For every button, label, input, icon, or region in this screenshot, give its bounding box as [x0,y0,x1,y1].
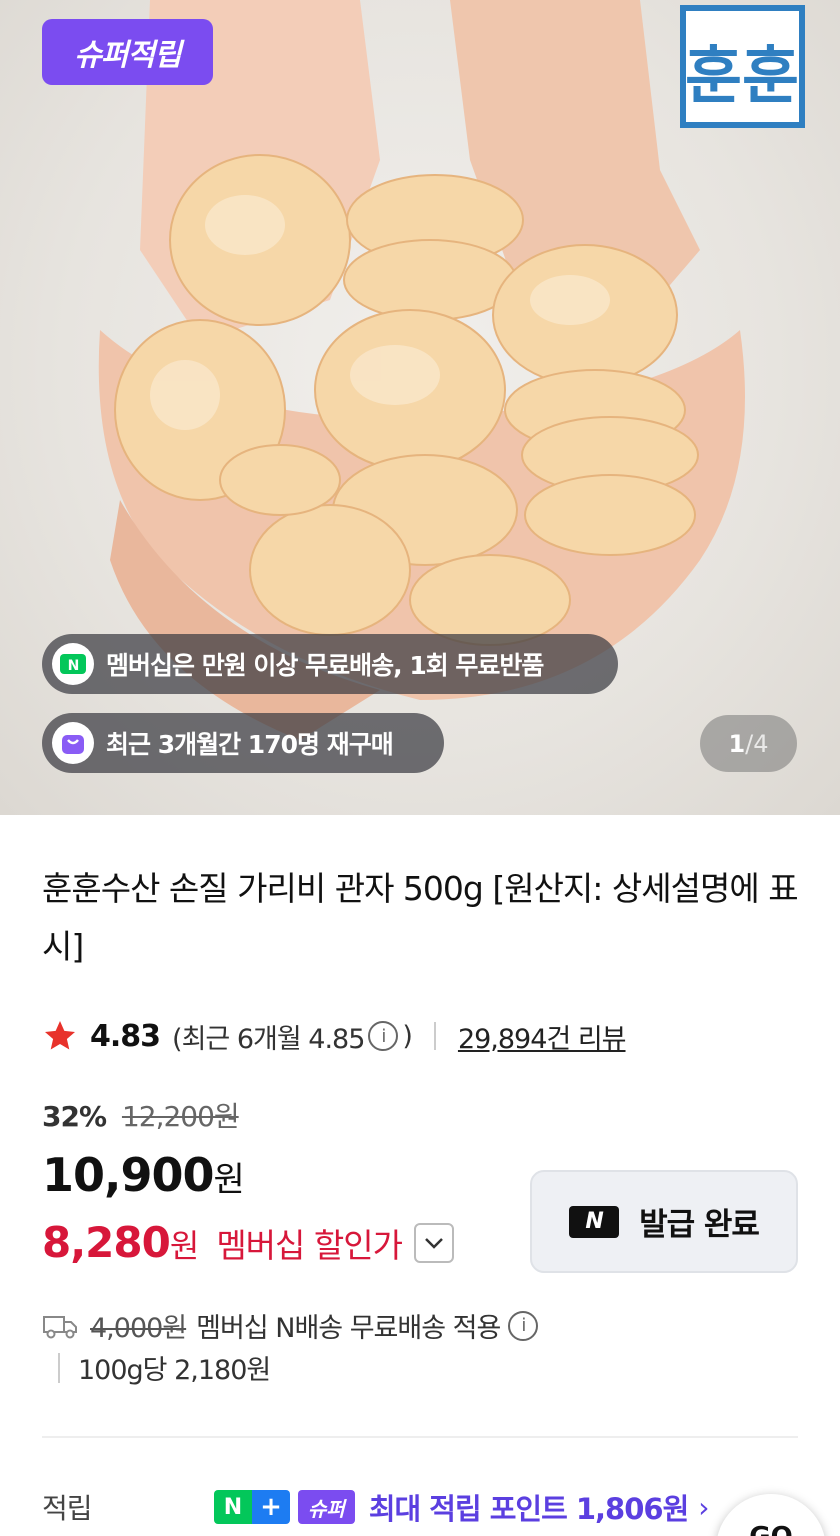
truck-icon [43,1315,77,1338]
sale-price-amount: 10,900 [42,1148,215,1202]
repurchase-text: 최근 3개월간 170명 재구매 [106,730,394,759]
shopping-bag-icon [52,722,94,764]
pager-separator: / [745,729,754,758]
product-title: 훈훈수산 손질 가리비 관자 500g [원산지: 상세설명에 표시] [42,869,799,966]
shipping-text: 멤버십 N배송 무료배송 적용 [196,1313,501,1344]
info-icon[interactable]: i [368,1021,399,1051]
rating-value: 4.83 [90,1018,161,1054]
super-points-badge: 슈퍼적립 [42,19,213,85]
pager-total: 4 [753,729,769,758]
naver-n-icon: N [569,1205,620,1238]
original-price: 12,200원 [121,1100,240,1133]
naver-membership-icon: N [52,643,94,685]
pager-current: 1 [728,729,746,758]
unit-price: 100g당 2,180원 [78,1355,271,1386]
recent-rating-close: ) [402,1020,413,1052]
image-pager: 1 / 4 [700,715,797,772]
max-points-text: 최대 적립 포인트 1,806원 [368,1492,689,1526]
sale-price-currency: 원 [213,1160,245,1200]
super-mini-badge: 슈퍼 [298,1490,355,1524]
discount-row: 32% 12,200원 [42,1095,240,1135]
divider [433,1022,436,1050]
member-price-currency: 원 [169,1227,199,1265]
chevron-right-icon: › [698,1490,710,1524]
shipping-info-icon[interactable]: i [508,1310,539,1341]
naver-n-badge: N [214,1490,252,1524]
divider [58,1352,60,1383]
member-price-label: 멤버십 할인가 [216,1225,403,1265]
member-price: 8,280원 [42,1218,199,1267]
rating-row: 4.83 (최근 6개월 4.85 i ) 29,894건 리뷰 [42,1014,627,1058]
discount-percent: 32% [42,1100,107,1133]
product-image-carousel[interactable]: 슈퍼적립 훈훈 N 멤버십은 만원 이상 무료배송, 1회 무료반품 최근 3개… [0,0,840,815]
recent-rating: (최근 6개월 4.85 [172,1023,365,1055]
points-row[interactable]: 적립 N + 슈퍼 최대 적립 포인트 1,806원 › [42,1484,840,1530]
section-divider [42,1436,798,1438]
membership-benefit-text: 멤버십은 만원 이상 무료배송, 1회 무료반품 [106,651,544,680]
points-label: 적립 [42,1492,93,1525]
chevron-down-icon[interactable] [413,1222,454,1263]
coupon-button-label: 발급 완료 [639,1207,760,1243]
star-icon [45,1021,75,1050]
original-shipping-fee: 4,000원 [90,1313,187,1344]
repurchase-pill: 최근 3개월간 170명 재구매 [42,713,444,773]
member-price-row: 8,280원 멤버십 할인가 [42,1218,454,1267]
svg-text:N: N [68,658,79,674]
brand-logo: 훈훈 [680,5,805,128]
svg-text:훈훈: 훈훈 [685,39,799,112]
member-price-amount: 8,280 [42,1218,171,1267]
unit-price-row: 100g당 2,180원 [58,1348,271,1387]
naver-plus-badge: N + [214,1490,290,1524]
reviews-link[interactable]: 29,894건 리뷰 [458,1017,627,1056]
plus-icon: + [252,1490,290,1524]
shipping-row: 4,000원 멤버십 N배송 무료배송 적용 i [42,1306,542,1345]
coupon-issued-button[interactable]: N 발급 완료 [530,1170,798,1273]
membership-benefit-pill: N 멤버십은 만원 이상 무료배송, 1회 무료반품 [42,634,618,694]
sale-price: 10,900원 [42,1148,245,1202]
